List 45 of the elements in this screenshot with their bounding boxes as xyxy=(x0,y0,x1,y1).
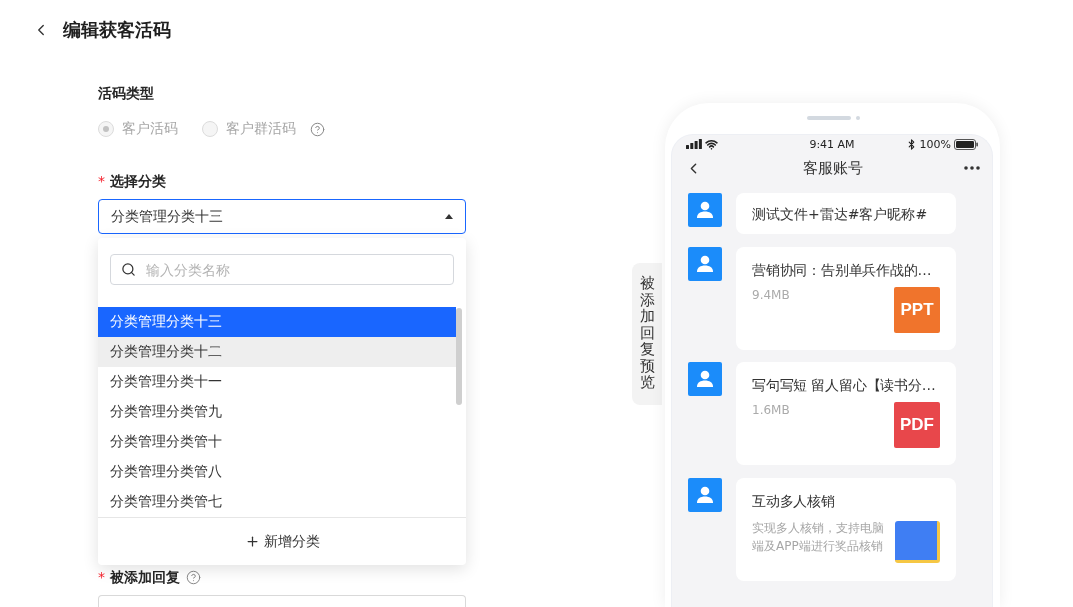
field-label: 活码类型 xyxy=(98,84,154,103)
link-title: 互动多人核销 xyxy=(752,491,836,511)
battery-icon xyxy=(954,138,978,150)
link-description: 实现多人核销，支持电脑端及APP端进行奖品核销 xyxy=(752,519,885,555)
page-title: 编辑获客活码 xyxy=(63,18,171,42)
reply-input-field[interactable] xyxy=(98,595,466,607)
preview-tab[interactable]: 被添加回复预览 xyxy=(632,263,662,405)
signal-icon xyxy=(686,139,702,149)
dropdown-option[interactable]: 分类管理分类十三 xyxy=(98,307,456,337)
search-field[interactable]: 输入分类名称 xyxy=(110,254,454,285)
user-avatar-icon xyxy=(688,477,722,512)
file-title: 写句写短 留人留心【读书分… xyxy=(752,376,937,395)
more-icon xyxy=(964,166,980,170)
user-avatar-icon xyxy=(688,362,722,396)
file-size: 9.4MB xyxy=(752,286,790,303)
status-time: 9:41 AM xyxy=(809,137,855,151)
required-mark: * xyxy=(98,172,105,191)
dropdown-option[interactable]: 分类管理分类十二 xyxy=(98,337,456,367)
file-type-badge: PPT xyxy=(894,286,940,333)
scrollbar-thumb[interactable] xyxy=(456,308,462,405)
battery-percent: 100% xyxy=(919,137,951,151)
search-icon xyxy=(121,262,136,277)
wifi-icon xyxy=(705,137,718,151)
category-select[interactable]: 分类管理分类十三 xyxy=(98,199,466,234)
user-avatar-icon xyxy=(688,193,722,227)
file-type-badge: PDF xyxy=(894,402,940,448)
caret-icon xyxy=(445,214,453,219)
thumbnail-image xyxy=(895,520,940,563)
file-message-card[interactable]: 写句写短 留人留心【读书分… 1.6MB PDF xyxy=(736,362,956,465)
file-message-card[interactable]: 营销协同：告别单兵作战的… 9.4MB PPT xyxy=(736,246,956,350)
field-label: 选择分类 xyxy=(110,172,166,191)
plus-icon xyxy=(244,534,260,549)
link-message-card[interactable]: 互动多人核销 实现多人核销，支持电脑端及APP端进行奖品核销 xyxy=(736,477,956,581)
more-button[interactable] xyxy=(964,166,980,170)
user-avatar-icon xyxy=(688,246,722,281)
field-label: 被添加回复 xyxy=(110,568,180,587)
help-icon[interactable] xyxy=(186,569,201,585)
add-category-button[interactable]: 新增分类 xyxy=(240,530,324,553)
message-text: 测试文件+雷达#客户昵称# xyxy=(752,204,929,224)
file-title: 营销协同：告别单兵作战的… xyxy=(752,260,933,280)
chat-title: 客服账号 xyxy=(802,158,863,178)
camera-dot-icon xyxy=(856,116,860,120)
required-mark: * xyxy=(98,568,105,587)
file-size: 1.6MB xyxy=(752,402,790,418)
speaker-slot-icon xyxy=(807,116,851,120)
